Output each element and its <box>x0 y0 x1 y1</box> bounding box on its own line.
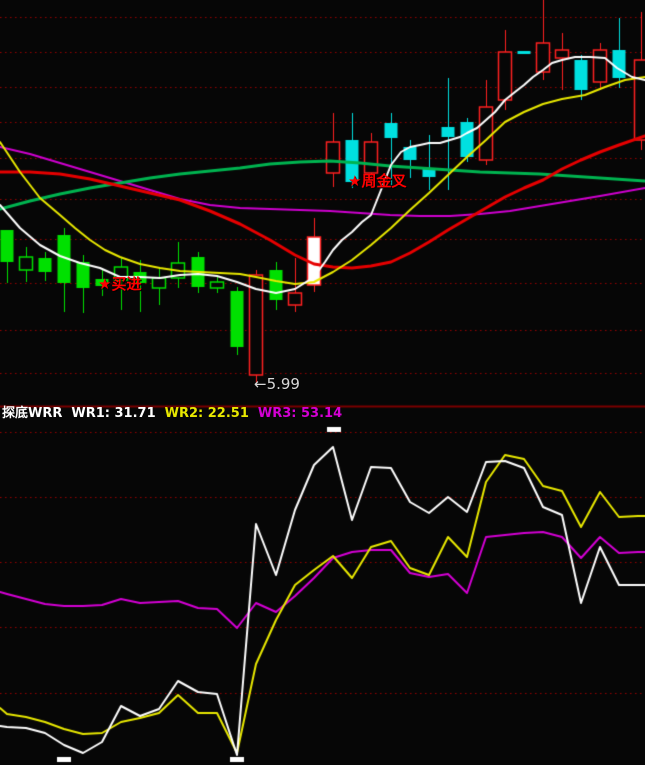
buy-signal-label: ★买进 <box>98 277 141 292</box>
wrr-indicator-label-row: 探底WRR WR1: 31.71 WR2: 22.51 WR3: 53.14 <box>2 407 351 421</box>
wr3-value: WR3: 53.14 <box>258 406 342 421</box>
indicator-title: 探底WRR <box>2 406 62 421</box>
weekly-golden-cross-label: ★周金叉 <box>348 174 406 189</box>
wr1-value: WR1: 31.71 <box>71 406 155 421</box>
candlestick-and-wrr-chart-canvas[interactable] <box>0 0 645 765</box>
stock-chart-window: ★买进 ★周金叉 ←5.99 探底WRR WR1: 31.71 WR2: 22.51… <box>0 0 645 765</box>
wr2-value: WR2: 22.51 <box>165 406 249 421</box>
low-price-label: ←5.99 <box>254 377 300 392</box>
